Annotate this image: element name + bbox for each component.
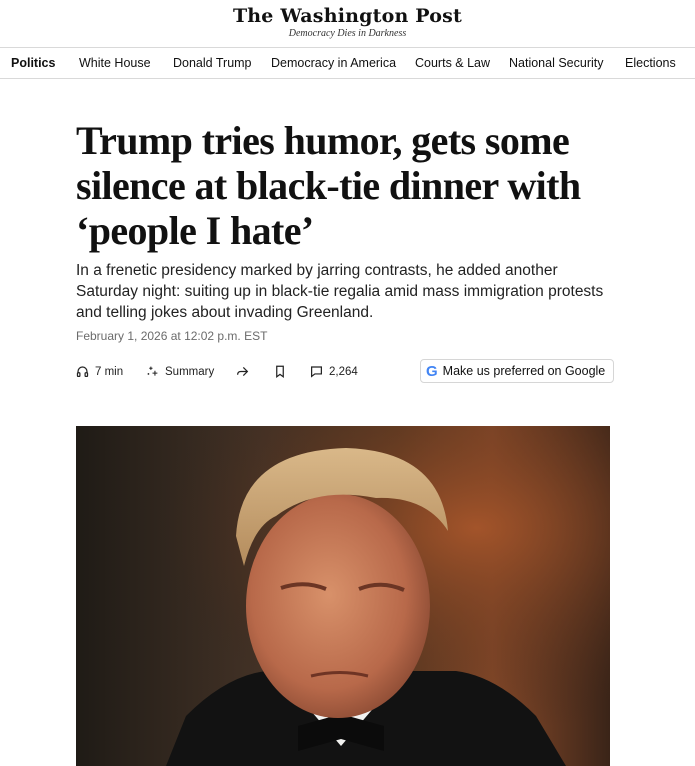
google-preferred-label: Make us preferred on Google: [442, 364, 606, 378]
summary-button[interactable]: Summary: [146, 365, 214, 378]
nav-item-democracy-in-america[interactable]: Democracy in America: [271, 56, 396, 70]
article-headline: Trump tries humor, gets some silence at …: [76, 118, 581, 253]
share-button[interactable]: [236, 365, 249, 378]
masthead: The Washington Post Democracy Dies in Da…: [0, 0, 695, 47]
nav-item-elections[interactable]: Elections: [625, 56, 676, 70]
bookmark-icon: [274, 365, 286, 378]
site-tagline: Democracy Dies in Darkness: [288, 28, 407, 39]
article-dek: In a frenetic presidency marked by jarri…: [76, 262, 604, 321]
nav-item-courts-law[interactable]: Courts & Law: [415, 56, 490, 70]
nav-item-national-security[interactable]: National Security: [509, 56, 604, 70]
listen-duration: 7 min: [95, 365, 124, 378]
summary-label: Summary: [165, 365, 215, 378]
lead-photo: [76, 426, 610, 766]
nav-item-white-house[interactable]: White House: [79, 56, 151, 70]
comment-icon: [310, 365, 323, 378]
share-icon: [236, 365, 249, 378]
site-logo[interactable]: The Washington Post: [0, 5, 695, 27]
comments-button[interactable]: 2,264: [310, 365, 358, 378]
sparkle-icon: [146, 365, 159, 378]
article-date: February 1, 2026 at 12:02 p.m. EST: [76, 329, 268, 343]
save-button[interactable]: [274, 365, 286, 378]
nav-item-donald-trump[interactable]: Donald Trump: [173, 56, 252, 70]
headphones-icon: [76, 365, 89, 378]
google-preferred-button[interactable]: G Make us preferred on Google: [420, 359, 615, 383]
photo-face: [246, 494, 430, 718]
section-nav: Politics White House Donald Trump Democr…: [0, 47, 695, 79]
nav-item-politics[interactable]: Politics: [11, 56, 55, 70]
listen-button[interactable]: 7 min: [76, 365, 123, 378]
google-g-icon: G: [426, 362, 438, 380]
comments-count: 2,264: [329, 365, 358, 378]
article-toolbar: 7 min Summary 2,264 G Make us preferred …: [76, 359, 616, 386]
